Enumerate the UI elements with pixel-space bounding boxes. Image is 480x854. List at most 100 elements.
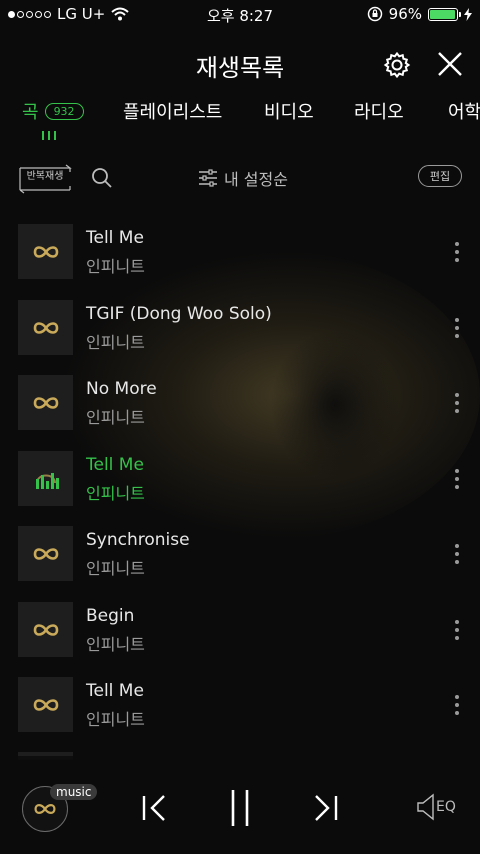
- indicator-bar: [54, 131, 56, 140]
- song-title: TGIF (Dong Woo Solo): [86, 304, 272, 324]
- category-tabs: 곡 932 플레이리스트 비디오 라디오 어학: [0, 98, 480, 128]
- song-artist: 인피니트: [86, 333, 145, 352]
- more-dot: [455, 544, 459, 548]
- song-artist: 인피니트: [86, 484, 145, 503]
- more-options-icon[interactable]: [454, 620, 460, 640]
- song-row[interactable]: Synchronise 인피니트: [0, 526, 480, 582]
- more-dot: [455, 469, 459, 473]
- sort-label: 내 설정순: [224, 170, 288, 189]
- more-options-icon[interactable]: [454, 469, 460, 489]
- more-dot: [455, 560, 459, 564]
- infinity-logo-icon: [33, 396, 58, 409]
- song-row[interactable]: Tell Me 인피니트: [0, 224, 480, 280]
- more-options-icon[interactable]: [454, 242, 460, 262]
- infinity-logo-icon: [33, 245, 58, 258]
- list-controls: 반복재생 내 설정순 편집: [0, 160, 480, 194]
- album-art: [18, 526, 73, 581]
- repeat-button[interactable]: 반복재생: [18, 164, 72, 194]
- infinity-logo-icon: [33, 321, 58, 334]
- song-title: Tell Me: [86, 455, 144, 475]
- song-row[interactable]: TGIF (Dong Woo Solo) 인피니트: [0, 300, 480, 356]
- repeat-label: 반복재생: [26, 171, 64, 182]
- more-dot: [455, 703, 459, 707]
- album-art: [18, 224, 73, 279]
- more-dot: [455, 334, 459, 338]
- more-dot: [455, 393, 459, 397]
- song-artist: 인피니트: [86, 635, 145, 654]
- tab-language[interactable]: 어학: [448, 98, 480, 124]
- album-art: [18, 300, 73, 355]
- edit-button[interactable]: 편집: [418, 165, 462, 187]
- more-dot: [455, 409, 459, 413]
- more-dot: [455, 628, 459, 632]
- album-art: [18, 451, 73, 506]
- song-row[interactable]: No More 인피니트: [0, 375, 480, 431]
- more-dot: [455, 326, 459, 330]
- indicator-bar: [48, 131, 50, 140]
- more-dot: [455, 695, 459, 699]
- pause-icon[interactable]: [228, 788, 252, 828]
- eq-label: EQ: [436, 799, 456, 815]
- status-bar: LG U+ 오후 8:27 96%: [0, 0, 480, 28]
- indicator-bar: [42, 131, 44, 140]
- battery-percent: 96%: [388, 5, 422, 23]
- song-count-badge: 932: [44, 103, 84, 120]
- gear-icon[interactable]: [383, 51, 411, 79]
- more-dot: [455, 401, 459, 405]
- next-track-icon[interactable]: [312, 794, 340, 822]
- more-options-icon[interactable]: [454, 695, 460, 715]
- more-dot: [455, 485, 459, 489]
- previous-track-icon[interactable]: [140, 794, 168, 822]
- more-dot: [455, 620, 459, 624]
- song-artist: 인피니트: [86, 408, 145, 427]
- song-title: Synchronise: [86, 530, 190, 550]
- tab-playlists[interactable]: 플레이리스트: [123, 98, 222, 124]
- tab-radio[interactable]: 라디오: [354, 98, 404, 124]
- more-dot: [455, 318, 459, 322]
- tab-video[interactable]: 비디오: [264, 98, 314, 124]
- more-dot: [455, 477, 459, 481]
- more-options-icon[interactable]: [454, 393, 460, 413]
- now-playing-equalizer-icon: [35, 472, 59, 489]
- tab-songs[interactable]: 곡 932: [22, 98, 84, 124]
- more-dot: [455, 636, 459, 640]
- tab-label: 곡: [22, 102, 39, 123]
- more-dot: [455, 250, 459, 254]
- song-row[interactable]: Tell Me 인피니트: [0, 677, 480, 733]
- album-art: [18, 375, 73, 430]
- battery-icon: [428, 7, 461, 21]
- song-title: Begin: [86, 606, 135, 626]
- close-icon[interactable]: [437, 51, 463, 77]
- more-dot: [455, 242, 459, 246]
- more-options-icon[interactable]: [454, 318, 460, 338]
- infinity-logo-icon: [33, 547, 58, 560]
- song-title: Tell Me: [86, 681, 144, 701]
- sort-button[interactable]: 내 설정순: [198, 166, 288, 190]
- song-title: No More: [86, 379, 157, 399]
- status-right: 96%: [367, 5, 472, 23]
- song-artist: 인피니트: [86, 710, 145, 729]
- more-dot: [455, 258, 459, 262]
- more-options-icon[interactable]: [454, 544, 460, 564]
- charging-bolt-icon: [464, 7, 472, 21]
- active-tab-indicator: [42, 131, 56, 140]
- more-dot: [455, 711, 459, 715]
- battery-fill: [430, 9, 455, 19]
- song-artist: 인피니트: [86, 257, 145, 276]
- song-row-now-playing[interactable]: Tell Me 인피니트: [0, 451, 480, 507]
- album-art: [18, 677, 73, 732]
- song-artist: 인피니트: [86, 559, 145, 578]
- sliders-icon: [199, 169, 217, 187]
- infinity-logo-icon: [33, 623, 58, 636]
- rotation-lock-icon: [367, 6, 382, 22]
- song-title: Tell Me: [86, 228, 144, 248]
- song-row[interactable]: Begin 인피니트: [0, 602, 480, 658]
- more-dot: [455, 552, 459, 556]
- infinity-logo-icon: [33, 698, 58, 711]
- search-icon[interactable]: [91, 167, 113, 189]
- speaker-icon: [417, 793, 434, 821]
- album-art: [18, 602, 73, 657]
- infinity-logo-icon: [34, 804, 56, 814]
- music-tag: music: [50, 784, 98, 800]
- equalizer-button[interactable]: EQ: [416, 792, 456, 822]
